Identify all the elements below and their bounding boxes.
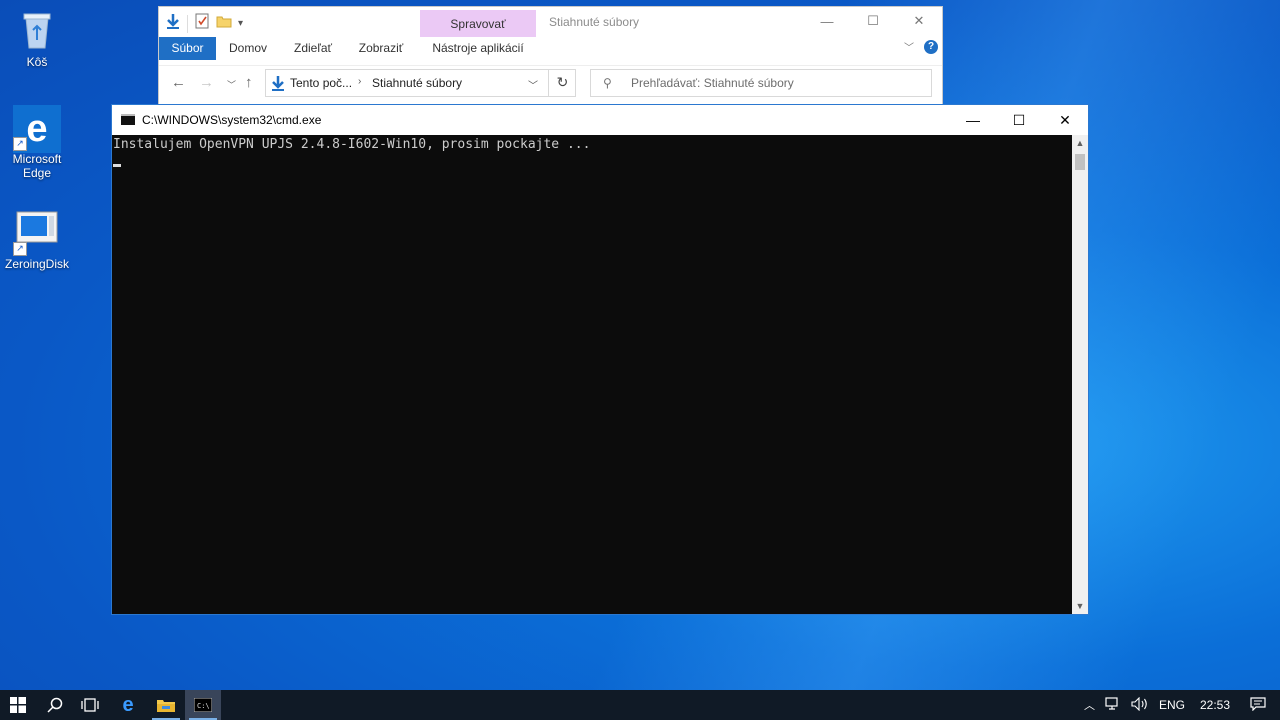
folder-icon xyxy=(157,700,175,712)
taskbar-edge[interactable]: e xyxy=(110,690,146,720)
search-placeholder: Prehľadávať: Stiahnuté súbory xyxy=(631,76,794,90)
address-row: ← → ﹀ ↑ Tento poč... › Stiahnuté súbory … xyxy=(159,65,942,100)
task-view-button[interactable] xyxy=(72,690,108,720)
forward-arrow-icon[interactable]: → xyxy=(199,74,214,91)
recycle-bin-icon xyxy=(15,8,59,52)
scroll-down-arrow-icon[interactable]: ▼ xyxy=(1072,598,1088,614)
customize-dropdown-icon[interactable]: ▾ xyxy=(238,18,243,29)
back-arrow-icon[interactable]: ← xyxy=(171,74,186,91)
action-center-icon[interactable] xyxy=(1240,696,1280,714)
file-explorer-window[interactable]: ▾ Spravovať Stiahnuté súbory — ☐ ✕ Súbor… xyxy=(158,6,943,106)
console-icon xyxy=(121,114,135,125)
network-icon[interactable] xyxy=(1100,696,1126,714)
search-icon: ⚲ xyxy=(603,76,612,90)
help-icon[interactable]: ? xyxy=(924,39,938,54)
search-icon xyxy=(47,697,63,713)
explorer-window-title: Stiahnuté súbory xyxy=(549,15,640,29)
shortcut-arrow-icon: ↗ xyxy=(13,242,27,256)
volume-icon[interactable] xyxy=(1126,696,1154,714)
refresh-button[interactable]: ↻ xyxy=(548,69,576,97)
cmd-window-title: C:\WINDOWS\system32\cmd.exe xyxy=(142,113,322,127)
shortcut-arrow-icon: ↗ xyxy=(13,137,27,151)
refresh-icon: ↻ xyxy=(556,74,569,90)
tab-file[interactable]: Súbor xyxy=(159,37,216,60)
desktop-icon-label: Kôš xyxy=(26,55,48,69)
new-folder-icon[interactable] xyxy=(216,13,232,34)
edge-icon: e xyxy=(122,693,134,716)
close-button[interactable]: ✕ xyxy=(896,7,942,35)
text-cursor xyxy=(113,164,121,167)
vertical-scrollbar[interactable]: ▲ ▼ xyxy=(1072,135,1088,614)
tab-share[interactable]: Zdieľať xyxy=(283,37,343,60)
properties-icon[interactable] xyxy=(194,13,210,34)
desktop-icon-edge[interactable]: e ↗ Microsoft Edge xyxy=(0,105,74,180)
download-folder-icon xyxy=(270,75,286,94)
desktop-icon-recycle-bin[interactable]: Kôš xyxy=(0,8,74,69)
taskbar-cmd[interactable]: C:\ xyxy=(185,690,221,720)
quick-access-toolbar: ▾ xyxy=(165,13,243,34)
taskbar-file-explorer[interactable] xyxy=(148,690,184,720)
desktop-icon-label: Microsoft Edge xyxy=(12,152,62,180)
breadcrumb-item[interactable]: Stiahnuté súbory xyxy=(372,76,462,90)
svg-text:e: e xyxy=(26,108,47,150)
console-output[interactable]: Instalujem OpenVPN UPJS 2.4.8-I602-Win10… xyxy=(112,135,1072,614)
breadcrumb-separator-icon[interactable]: › xyxy=(358,76,361,87)
svg-text:C:\: C:\ xyxy=(197,702,210,710)
up-arrow-icon[interactable]: ↑ xyxy=(245,74,253,91)
task-view-icon xyxy=(81,698,99,712)
address-bar[interactable]: Tento poč... › Stiahnuté súbory ﹀ xyxy=(265,69,576,97)
ribbon-tabs: Súbor Domov Zdieľať Zobraziť Nástroje ap… xyxy=(159,37,942,60)
recent-locations-chevron-icon[interactable]: ﹀ xyxy=(227,78,236,91)
tab-view[interactable]: Zobraziť xyxy=(349,37,413,60)
desktop-icon-label: ZeroingDisk xyxy=(4,257,70,271)
tab-application-tools[interactable]: Nástroje aplikácií xyxy=(420,37,536,60)
address-dropdown-chevron-icon[interactable]: ﹀ xyxy=(528,77,538,92)
explorer-titlebar[interactable]: ▾ Spravovať Stiahnuté súbory — ☐ ✕ xyxy=(159,7,942,37)
start-button[interactable] xyxy=(0,690,36,720)
clock[interactable]: 22:53 xyxy=(1190,698,1240,712)
minimize-button[interactable]: — xyxy=(950,105,996,135)
windows-logo-icon xyxy=(10,697,26,713)
expand-ribbon-chevron-icon[interactable]: ﹀ xyxy=(904,39,914,54)
cmd-window[interactable]: C:\WINDOWS\system32\cmd.exe — ☐ ✕ Instal… xyxy=(111,104,1089,615)
console-line: Instalujem OpenVPN UPJS 2.4.8-I602-Win10… xyxy=(113,137,591,152)
search-button[interactable] xyxy=(37,690,73,720)
edge-icon: e ↗ xyxy=(13,105,61,153)
context-tab-group-manage: Spravovať xyxy=(420,10,536,37)
scrollbar-thumb[interactable] xyxy=(1075,154,1085,170)
close-button[interactable]: ✕ xyxy=(1042,105,1088,135)
maximize-button[interactable]: ☐ xyxy=(850,7,896,35)
download-arrow-icon xyxy=(165,13,181,34)
minimize-button[interactable]: — xyxy=(804,7,850,35)
taskbar: e C:\ ︿ ENG 22:53 xyxy=(0,690,1280,720)
cmd-titlebar[interactable]: C:\WINDOWS\system32\cmd.exe — ☐ ✕ xyxy=(112,105,1088,135)
zeroingdisk-icon: ↗ xyxy=(13,210,59,256)
maximize-button[interactable]: ☐ xyxy=(996,105,1042,135)
tab-home[interactable]: Domov xyxy=(219,37,277,60)
search-input[interactable]: ⚲ Prehľadávať: Stiahnuté súbory xyxy=(590,69,932,97)
breadcrumb-item[interactable]: Tento poč... xyxy=(290,76,352,90)
input-language[interactable]: ENG xyxy=(1154,698,1190,712)
system-tray: ︿ ENG 22:53 xyxy=(1079,690,1280,720)
show-hidden-icons-chevron-icon[interactable]: ︿ xyxy=(1079,697,1100,713)
console-icon: C:\ xyxy=(194,698,212,712)
desktop-icon-zeroingdisk[interactable]: ↗ ZeroingDisk xyxy=(0,210,74,271)
scroll-up-arrow-icon[interactable]: ▲ xyxy=(1072,135,1088,151)
